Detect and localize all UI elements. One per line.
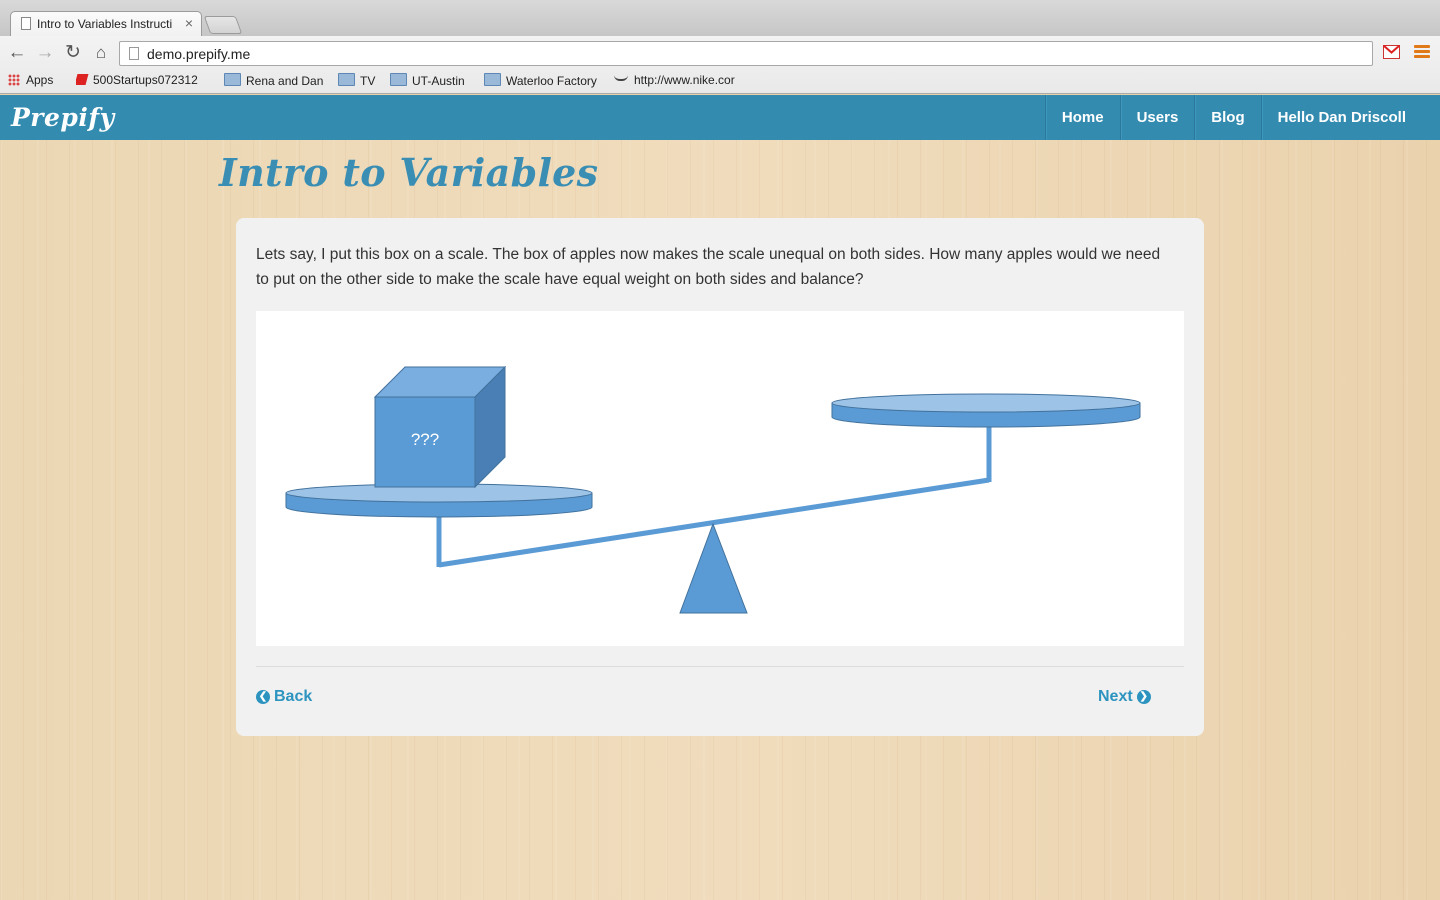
bookmark-folder-tv[interactable]: TV	[338, 73, 375, 88]
browser-tabstrip: Intro to Variables Instructi ×	[0, 0, 1440, 36]
box-label: ???	[410, 430, 440, 449]
address-bar[interactable]: demo.prepify.me	[119, 41, 1373, 66]
lesson-card: Lets say, I put this box on a scale. The…	[236, 218, 1204, 736]
tab-title: Intro to Variables Instructi	[37, 17, 173, 31]
page-icon	[129, 47, 139, 60]
nav-user-greeting[interactable]: Hello Dan Driscoll	[1260, 95, 1422, 140]
back-button[interactable]: ❮ Back	[256, 688, 312, 706]
home-icon[interactable]: ⌂	[90, 42, 112, 64]
folder-icon	[224, 73, 241, 86]
chevron-right-circle-icon: ❯	[1136, 690, 1151, 704]
folder-icon	[390, 73, 407, 86]
bookmark-500startups[interactable]: 500Startups072312	[76, 73, 208, 87]
bookmark-nike[interactable]: http://www.nike.cor	[614, 73, 750, 87]
folder-icon	[338, 73, 355, 86]
bookmark-folder-ut-austin[interactable]: UT-Austin	[390, 73, 465, 88]
chrome-menu-icon[interactable]	[1414, 45, 1430, 59]
nav-links: Home Users Blog Hello Dan Driscoll	[1044, 95, 1422, 140]
page-icon	[21, 17, 31, 30]
folder-icon	[484, 73, 501, 86]
nike-swoosh-icon	[614, 75, 628, 81]
reload-icon[interactable]: ↻	[62, 42, 84, 64]
bookmark-folder-rena-and-dan[interactable]: Rena and Dan	[224, 73, 323, 88]
bookmark-apps[interactable]: Apps	[8, 73, 53, 87]
bookmark-folder-waterloo-factory[interactable]: Waterloo Factory	[484, 73, 597, 88]
lesson-prompt: Lets say, I put this box on a scale. The…	[256, 246, 1161, 288]
nav-blog[interactable]: Blog	[1194, 95, 1260, 140]
url-text: demo.prepify.me	[147, 46, 251, 62]
site-navbar: Prepify Home Users Blog Hello Dan Drisco…	[0, 95, 1440, 140]
nav-users[interactable]: Users	[1119, 95, 1195, 140]
unknown-box	[373, 365, 507, 489]
scale-illustration: ???	[256, 311, 1184, 646]
back-arrow-icon[interactable]: ←	[6, 42, 28, 64]
gmail-icon[interactable]	[1383, 45, 1400, 59]
next-button[interactable]: Next ❯	[1098, 688, 1151, 706]
apps-grid-icon	[8, 74, 20, 86]
fulcrum-triangle	[679, 522, 748, 614]
browser-tab[interactable]: Intro to Variables Instructi ×	[10, 11, 202, 36]
bookmark-red-icon	[76, 74, 89, 85]
chevron-left-circle-icon: ❮	[256, 690, 270, 704]
nav-home[interactable]: Home	[1044, 95, 1120, 140]
browser-toolbar: ← → ↻ ⌂ demo.prepify.me Apps 500Startups…	[0, 36, 1440, 94]
left-pan	[285, 483, 593, 518]
forward-arrow-icon[interactable]: →	[34, 42, 56, 64]
bookmarks-bar: Apps 500Startups072312 Rena and Dan TV U…	[0, 71, 1440, 93]
close-icon[interactable]: ×	[185, 15, 193, 31]
new-tab-button[interactable]	[203, 16, 243, 34]
divider	[256, 666, 1184, 667]
right-pan	[831, 393, 1141, 428]
page-title: Intro to Variables	[219, 150, 599, 195]
brand-logo[interactable]: Prepify	[11, 103, 115, 132]
balance-scale-diagram	[285, 365, 1141, 614]
